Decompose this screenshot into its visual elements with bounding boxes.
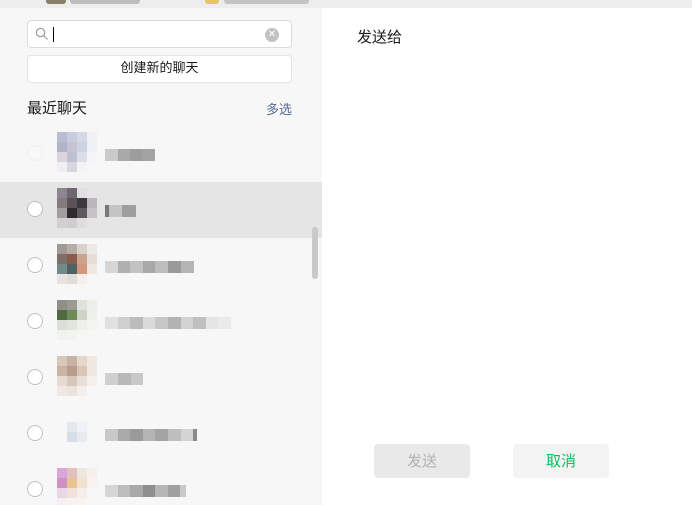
- text-caret: [53, 27, 54, 42]
- contact-row[interactable]: [0, 126, 322, 182]
- avatar: [57, 356, 97, 396]
- create-new-chat-button[interactable]: 创建新的聊天: [27, 55, 292, 83]
- send-button[interactable]: 发送: [374, 444, 470, 478]
- contact-row[interactable]: [0, 294, 322, 350]
- scrollbar[interactable]: [312, 227, 318, 279]
- avatar: [57, 300, 97, 340]
- multi-select-link[interactable]: 多选: [266, 99, 292, 118]
- contact-row[interactable]: [0, 462, 322, 505]
- avatar: [57, 412, 97, 452]
- contact-row[interactable]: [0, 238, 322, 294]
- select-radio[interactable]: [27, 145, 43, 161]
- select-radio[interactable]: [27, 425, 43, 441]
- search-input[interactable]: ✕: [27, 20, 292, 48]
- select-radio[interactable]: [27, 481, 43, 497]
- select-radio[interactable]: [27, 257, 43, 273]
- search-icon: [35, 27, 48, 40]
- recent-chats-title: 最近聊天: [27, 99, 88, 117]
- select-radio[interactable]: [27, 369, 43, 385]
- send-to-panel: 发送给 发送 取消: [322, 8, 692, 505]
- cancel-button[interactable]: 取消: [513, 444, 609, 478]
- contact-name: [105, 429, 197, 443]
- contact-list: [0, 126, 322, 505]
- avatar: [57, 244, 97, 284]
- contact-name: [105, 261, 194, 275]
- select-radio[interactable]: [27, 201, 43, 217]
- contact-row[interactable]: [0, 406, 322, 462]
- contact-row[interactable]: [0, 182, 322, 238]
- avatar: [57, 132, 97, 172]
- top-strip: [0, 0, 692, 8]
- contact-panel: ✕ 创建新的聊天 最近聊天 多选: [0, 8, 322, 505]
- avatar: [57, 188, 97, 228]
- contact-name: [105, 149, 155, 163]
- contact-name: [105, 317, 231, 331]
- contact-name: [105, 485, 186, 499]
- avatar: [57, 468, 97, 505]
- contact-row[interactable]: [0, 350, 322, 406]
- send-to-title: 发送给: [357, 28, 403, 46]
- contact-name: [105, 373, 143, 387]
- clear-icon[interactable]: ✕: [265, 28, 279, 42]
- select-radio[interactable]: [27, 313, 43, 329]
- contact-name: [105, 205, 136, 219]
